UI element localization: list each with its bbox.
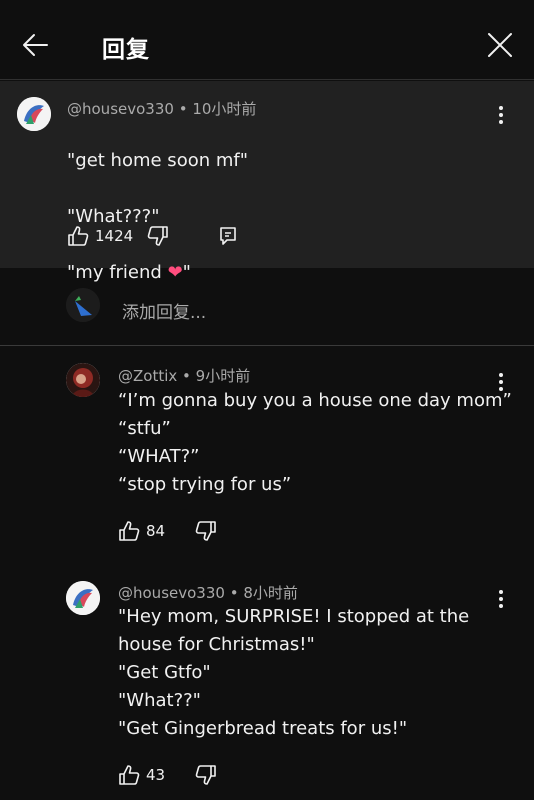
avatar-image (66, 581, 100, 615)
reply-meta: @Zottix • 9小时前 (118, 365, 250, 386)
more-options-icon[interactable] (495, 588, 507, 610)
thumbs-up-icon[interactable] (118, 764, 140, 786)
author-avatar[interactable] (17, 97, 51, 131)
more-options-icon[interactable] (495, 104, 507, 126)
timestamp: 10小时前 (192, 100, 257, 118)
user-avatar-image (66, 288, 100, 322)
meta-separator: • (178, 100, 193, 118)
reply-meta: @housevo330 • 8小时前 (118, 582, 298, 603)
thumbs-down-icon[interactable] (195, 764, 217, 786)
like-count: 1424 (95, 227, 134, 245)
more-options-icon[interactable] (495, 371, 507, 393)
meta-separator: • (229, 584, 244, 602)
thumbs-down-icon[interactable] (147, 225, 169, 247)
timestamp: 8小时前 (243, 584, 298, 602)
close-icon[interactable] (486, 31, 514, 59)
reply-text: "Hey mom, SURPRISE! I stopped at the hou… (118, 606, 470, 739)
like-count: 43 (146, 766, 166, 784)
thumbs-up-icon[interactable] (118, 520, 140, 542)
timestamp: 9小时前 (195, 367, 251, 385)
reply-actions: 43 (118, 763, 217, 787)
reply-author-avatar[interactable] (66, 581, 100, 615)
like-count: 84 (146, 522, 166, 540)
header: 回复 (0, 0, 534, 80)
reply-text: “I’m gonna buy you a house one day mom” … (118, 390, 512, 495)
add-reply-input[interactable]: 添加回复... (122, 298, 206, 323)
comment-actions: 1424 (67, 224, 239, 248)
avatar-image (66, 363, 100, 397)
avatar-image (17, 97, 51, 131)
parent-comment: @housevo330 • 10小时前 "get home soon mf" "… (0, 81, 534, 283)
thumbs-up-icon[interactable] (67, 225, 89, 247)
reply-icon[interactable] (217, 225, 239, 247)
comment-line: "get home soon mf" (67, 150, 248, 171)
thumbs-down-icon[interactable] (195, 520, 217, 542)
page-title: 回复 (102, 37, 150, 63)
author-name[interactable]: @housevo330 (67, 100, 174, 118)
comment-meta: @housevo330 • 10小时前 (67, 98, 256, 119)
user-avatar (66, 288, 100, 322)
meta-separator: • (182, 367, 196, 385)
author-name[interactable]: @housevo330 (118, 584, 225, 602)
reply-author-avatar[interactable] (66, 363, 100, 397)
author-name[interactable]: @Zottix (118, 367, 177, 385)
reply-actions: 84 (118, 519, 217, 543)
back-arrow-icon[interactable] (20, 30, 50, 60)
